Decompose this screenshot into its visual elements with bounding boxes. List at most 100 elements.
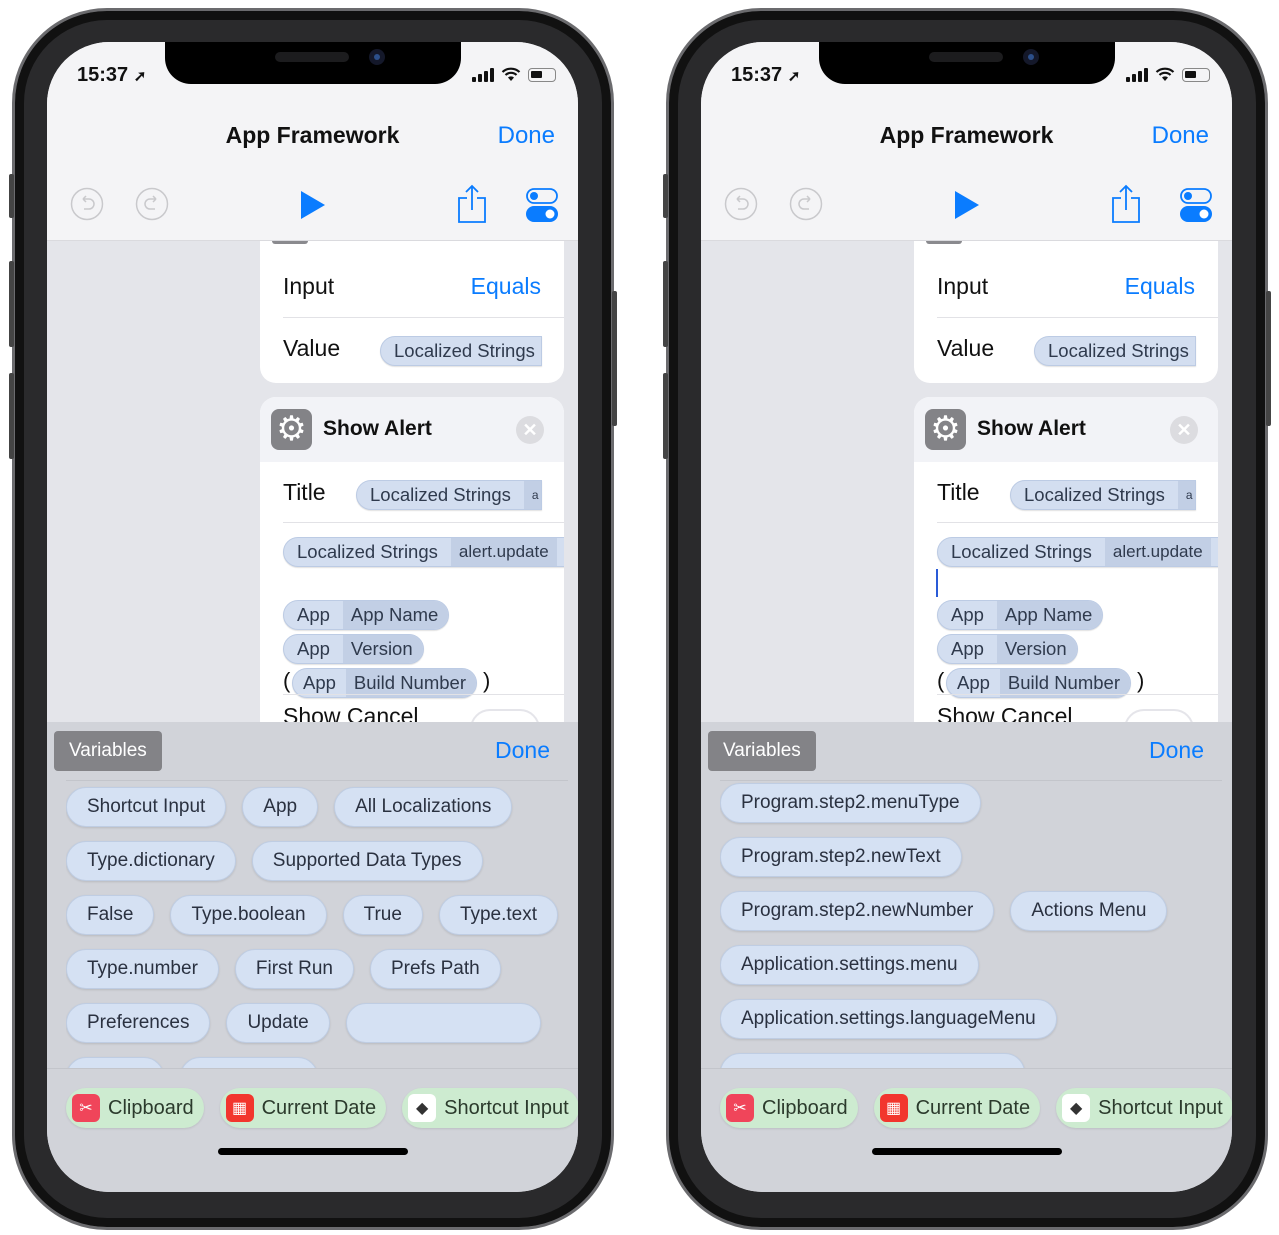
variable-chip[interactable]: All Localizations [334, 787, 513, 827]
chip-label: True [363, 904, 402, 925]
action-title: Show Alert [323, 417, 432, 440]
chip-label: Type.text [459, 904, 538, 925]
magic-variable-chip[interactable]: ✂ Clipboard [720, 1088, 858, 1128]
token-key: Version [996, 635, 1077, 663]
done-button[interactable]: Done [1152, 122, 1209, 150]
variable-chip[interactable]: Prefs Path [369, 949, 501, 989]
magic-variable-chip[interactable]: ▦ Current Date [873, 1088, 1041, 1128]
variable-chip-partial[interactable] [345, 1003, 541, 1043]
app-name-token[interactable]: App App Name [283, 600, 450, 630]
chip-label: Shortcut Input [444, 1096, 569, 1119]
variables-list[interactable]: Shortcut Input App All Localizations Type.d… [66, 780, 568, 1068]
variable-chip-partial[interactable] [180, 1057, 318, 1068]
message-token[interactable]: Localized Strings alert.update [283, 537, 564, 567]
version-token[interactable]: App Version [937, 634, 1078, 664]
title-token[interactable]: Localized Strings a [356, 480, 542, 510]
phone-frame: 15:37 ➚ App Framework Done Input Equals … [663, 8, 1271, 1230]
variable-chip-partial[interactable] [720, 1053, 1025, 1068]
title-token[interactable]: Localized Strings a [1010, 480, 1196, 510]
version-token[interactable]: App Version [283, 634, 424, 664]
home-indicator[interactable] [218, 1148, 408, 1155]
token-text: App [297, 604, 330, 625]
play-icon[interactable] [300, 190, 326, 220]
shortcuts-icon: ◆ [408, 1094, 437, 1122]
title-label: Title [937, 479, 980, 505]
token-key: Version [342, 635, 423, 663]
chip-label: Prefs Path [390, 958, 480, 979]
variable-chip[interactable]: Update [226, 1003, 330, 1043]
remove-action-icon[interactable]: ✕ [516, 416, 544, 444]
variable-chip[interactable]: True [342, 895, 423, 935]
action-title: Show Alert [977, 417, 1086, 440]
variable-chip[interactable]: False [66, 895, 155, 935]
share-icon[interactable] [1111, 184, 1141, 224]
message-token[interactable]: Localized Strings alert.update [937, 537, 1218, 567]
variables-list[interactable]: Program.step2.menuType Program.step2.newT… [720, 780, 1222, 1068]
variable-chip[interactable]: Shortcut Input [66, 787, 227, 827]
shortcuts-icon: ◆ [1062, 1094, 1091, 1122]
token-text: Localized Strings [951, 541, 1092, 562]
variable-chip[interactable]: Type.boolean [170, 895, 327, 935]
variable-chip[interactable]: Application.settings.languageMenu [720, 999, 1057, 1039]
chip-label: Program.step2.menuType [741, 792, 960, 813]
notch [819, 42, 1115, 84]
token-text: App [951, 638, 984, 659]
variable-chip[interactable]: App [242, 787, 319, 827]
variable-chip[interactable]: Type.text [438, 895, 559, 935]
undo-icon[interactable] [724, 187, 758, 221]
divider [283, 317, 564, 318]
variable-chip[interactable]: Supported Data Types [251, 841, 483, 881]
magic-variable-chip[interactable]: ◆ Shortcut Input [402, 1088, 578, 1128]
action-header: ⚙ Show Alert ✕ [260, 397, 564, 462]
play-icon[interactable] [954, 190, 980, 220]
value-token[interactable]: Localized Strings [1034, 336, 1196, 366]
variable-chip[interactable]: Type.number [66, 949, 219, 989]
text-cursor [936, 569, 938, 597]
chip-label: First Run [255, 958, 333, 979]
chip-label: Type.dictionary [87, 850, 215, 871]
token-text: App [303, 672, 336, 693]
variable-chip-partial[interactable] [66, 1057, 164, 1068]
previous-card-edge [272, 241, 308, 244]
remove-action-icon[interactable]: ✕ [1170, 416, 1198, 444]
conditional-card: Input Equals Value Localized Strings [260, 241, 564, 383]
variable-chip[interactable]: Type.dictionary [66, 841, 236, 881]
scissors-icon: ✂ [72, 1094, 100, 1122]
chip-label: Preferences [87, 1012, 190, 1033]
action-header: ⚙ Show Alert ✕ [914, 397, 1218, 462]
app-name-token[interactable]: App App Name [937, 600, 1104, 630]
token-text: Localized Strings [297, 541, 438, 562]
share-icon[interactable] [457, 184, 487, 224]
variable-chip[interactable]: Program.step2.newText [720, 837, 962, 877]
magic-variable-chip[interactable]: ◆ Shortcut Input [1056, 1088, 1232, 1128]
condition-operator[interactable]: Equals [471, 273, 541, 300]
magic-variable-chip[interactable]: ✂ Clipboard [66, 1088, 204, 1128]
variables-panel: Variables Done Program.step2.menuType Pro… [701, 722, 1232, 1068]
title-label: Title [283, 479, 326, 505]
condition-operator[interactable]: Equals [1125, 273, 1195, 300]
variable-chip[interactable]: Actions Menu [1010, 891, 1168, 931]
redo-icon[interactable] [789, 187, 823, 221]
scissors-icon: ✂ [726, 1094, 754, 1122]
variable-chip[interactable]: Preferences [66, 1003, 211, 1043]
variables-done-button[interactable]: Done [1149, 737, 1204, 764]
variable-chip[interactable]: Program.step2.newNumber [720, 891, 995, 931]
location-arrow-icon: ➚ [787, 68, 801, 85]
settings-toggle-icon[interactable] [1180, 188, 1212, 222]
chip-label: Program.step2.newText [741, 846, 941, 867]
value-token[interactable]: Localized Strings [380, 336, 542, 366]
undo-icon[interactable] [70, 187, 104, 221]
variable-chip[interactable]: Application.settings.menu [720, 945, 979, 985]
variable-chip[interactable]: First Run [234, 949, 354, 989]
variables-tab[interactable]: Variables [54, 731, 162, 771]
variables-tab[interactable]: Variables [708, 731, 816, 771]
magic-variable-chip[interactable]: ▦ Current Date [219, 1088, 387, 1128]
done-button[interactable]: Done [498, 122, 555, 150]
redo-icon[interactable] [135, 187, 169, 221]
notch [165, 42, 461, 84]
home-indicator[interactable] [872, 1148, 1062, 1155]
variables-done-button[interactable]: Done [495, 737, 550, 764]
settings-toggle-icon[interactable] [526, 188, 558, 222]
status-icons [1126, 67, 1210, 82]
variable-chip[interactable]: Program.step2.menuType [720, 783, 981, 823]
